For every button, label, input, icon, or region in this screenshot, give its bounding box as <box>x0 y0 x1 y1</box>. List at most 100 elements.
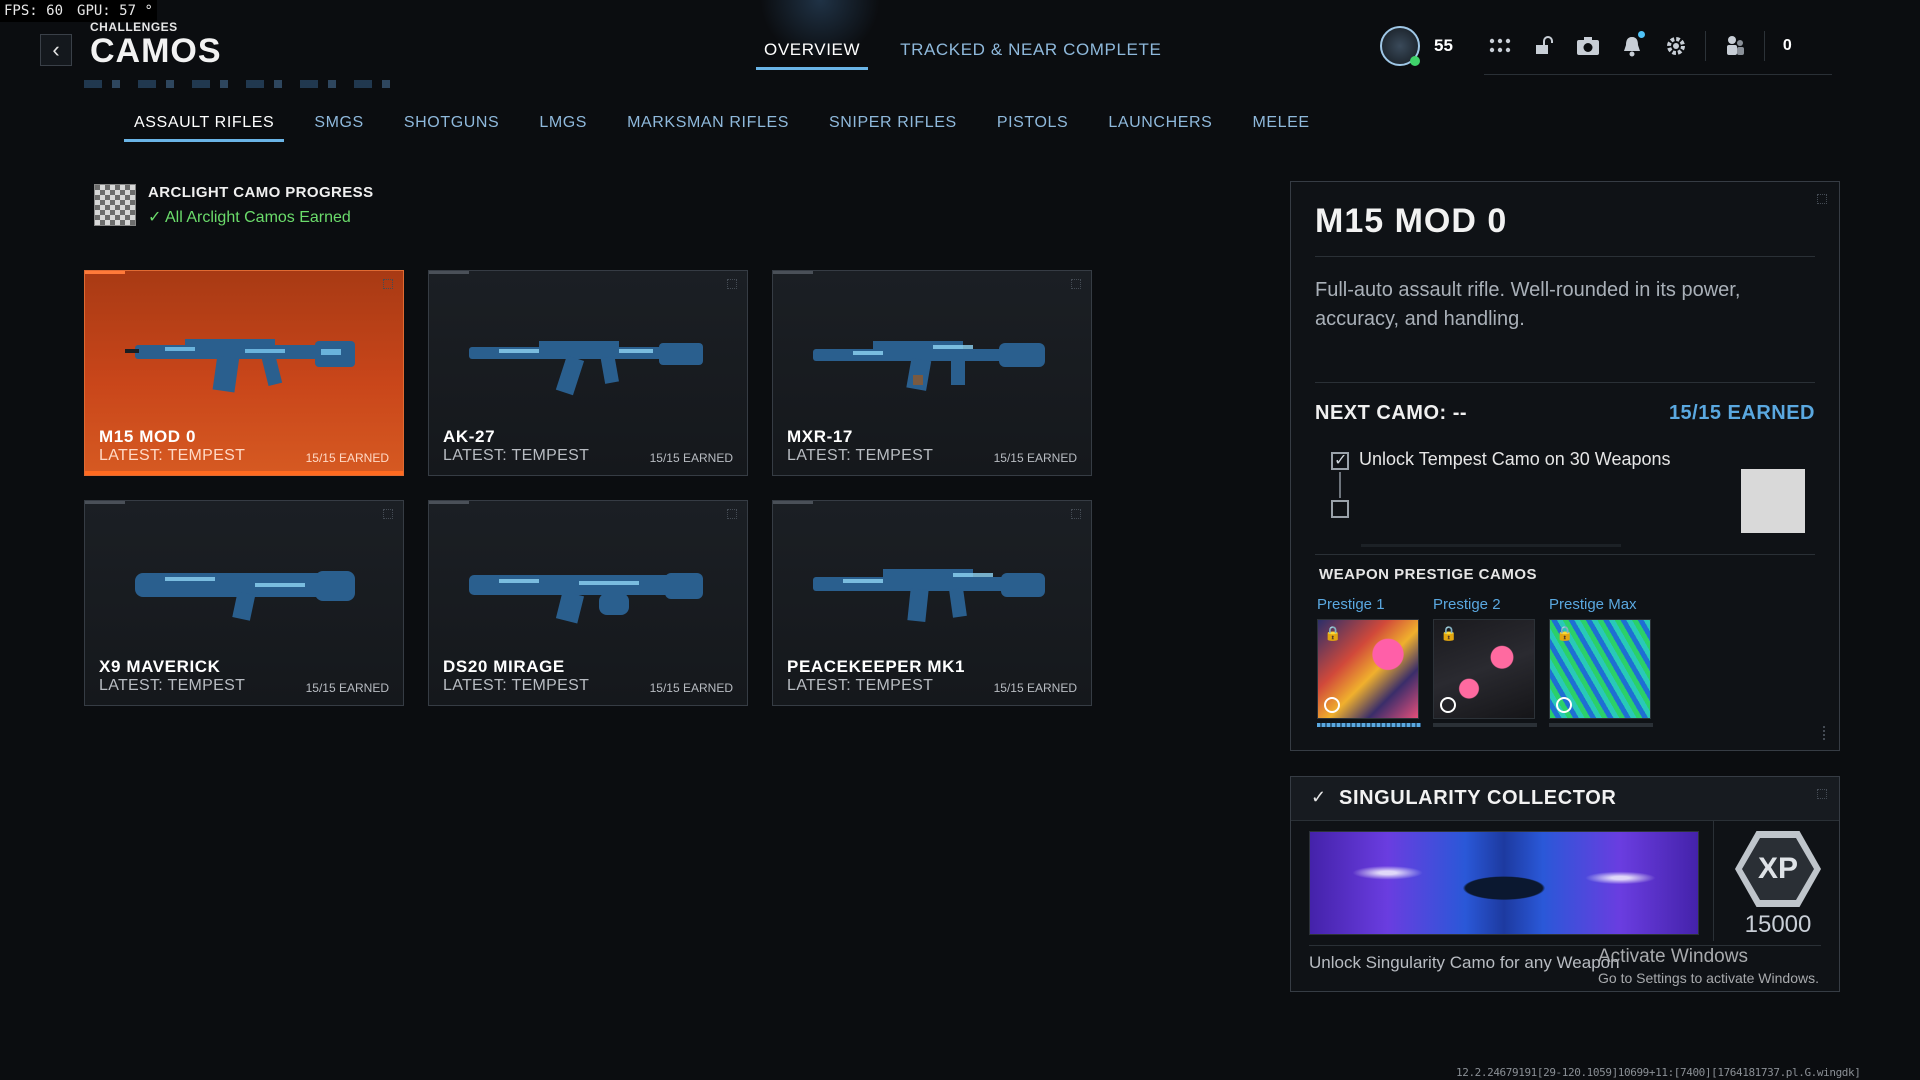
friends-count: 0 <box>1782 37 1792 54</box>
tab-lmgs[interactable]: LMGS <box>539 114 587 142</box>
weapon-card-x9-maverick[interactable]: X9 MAVERICK LATEST: TEMPEST 15/15 EARNED <box>84 500 404 706</box>
tab-shotguns[interactable]: SHOTGUNS <box>404 114 499 142</box>
prestige-badge-icon <box>1324 697 1340 713</box>
panel-corner <box>1817 194 1827 204</box>
check-icon: ✓ <box>1311 787 1327 807</box>
challenge-connector <box>1339 472 1341 498</box>
prestige-camo-image: 🔒 <box>1317 619 1419 719</box>
weapon-card-ak-27[interactable]: AK-27 LATEST: TEMPEST 15/15 EARNED <box>428 270 748 476</box>
xp-label: XP <box>1757 852 1799 885</box>
challenge-checkbox-completed[interactable] <box>1331 450 1349 470</box>
rifle-image <box>813 569 1045 622</box>
tab-marksman-rifles[interactable]: MARKSMAN RIFLES <box>627 114 789 142</box>
weapon-latest-camo: LATEST: TEMPEST <box>99 447 246 464</box>
header-divider-2 <box>1763 31 1765 61</box>
gpu-readout: GPU: 57 ° <box>77 3 153 19</box>
weapon-card-ds20-mirage[interactable]: DS20 MIRAGE LATEST: TEMPEST 15/15 EARNED <box>428 500 748 706</box>
header-divider <box>1704 31 1706 61</box>
player-avatar[interactable] <box>1380 26 1420 66</box>
watermark-line-1: Activate Windows <box>1598 946 1748 967</box>
chevron-left-icon: ‹ <box>52 37 60 62</box>
collector-header: ✓ SINGULARITY COLLECTOR <box>1291 777 1839 821</box>
weapon-latest-camo: LATEST: TEMPEST <box>443 677 590 694</box>
tab-melee[interactable]: MELEE <box>1252 114 1309 142</box>
challenge-checkbox-empty[interactable] <box>1331 500 1349 518</box>
bell-icon[interactable] <box>1617 31 1647 61</box>
card-corner <box>727 509 737 519</box>
card-corner <box>727 279 737 289</box>
xp-divider <box>1713 821 1714 941</box>
camera-icon[interactable] <box>1573 31 1603 61</box>
unlock-icon[interactable] <box>1529 31 1559 61</box>
rifle-image <box>813 341 1045 391</box>
prestige-heading: WEAPON PRESTIGE CAMOS <box>1319 566 1538 583</box>
xp-amount: 15000 <box>1744 911 1812 938</box>
player-level: 55 <box>1434 36 1453 55</box>
prestige-camo-image: 🔒 <box>1433 619 1535 719</box>
arclight-status-text: All Arclight Camos Earned <box>164 209 351 226</box>
detail-separator <box>1315 382 1815 383</box>
weapon-latest-camo: LATEST: TEMPEST <box>443 447 590 464</box>
gear-icon[interactable] <box>1661 31 1691 61</box>
xp-badge-icon: XP <box>1735 831 1821 907</box>
weapon-earned-count: 15/15 EARNED <box>649 681 733 695</box>
check-icon: ✓ <box>148 209 162 226</box>
activate-windows-watermark: Activate Windows Go to Settings to activ… <box>1598 946 1819 986</box>
next-camo-label: NEXT CAMO: -- <box>1315 402 1468 424</box>
prestige-label: Prestige 1 <box>1317 596 1385 613</box>
category-tabs: ASSAULT RIFLES SMGS SHOTGUNS LMGS MARKSM… <box>123 114 1310 142</box>
weapon-card-mxr-17[interactable]: MXR-17 LATEST: TEMPEST 15/15 EARNED <box>772 270 1092 476</box>
tab-sniper-rifles[interactable]: SNIPER RIFLES <box>829 114 957 142</box>
weapon-latest-camo: LATEST: TEMPEST <box>99 677 246 694</box>
prestige-camo-max[interactable]: Prestige Max 🔒 <box>1549 596 1653 727</box>
weapon-grid: M15 MOD 0 LATEST: TEMPEST 15/15 EARNED A… <box>84 270 1092 706</box>
prestige-camos: Prestige 1 🔒 Prestige 2 🔒 Prestige Max 🔒 <box>1317 596 1653 727</box>
weapon-latest-camo: LATEST: TEMPEST <box>787 677 934 694</box>
card-corner <box>383 509 393 519</box>
detail-earned-count: 15/15 EARNED <box>1668 402 1815 424</box>
prestige-camo-2[interactable]: Prestige 2 🔒 <box>1433 596 1537 727</box>
tab-overview[interactable]: OVERVIEW <box>755 40 869 70</box>
tab-tracked[interactable]: TRACKED & NEAR COMPLETE <box>900 40 1161 70</box>
detail-title: M15 MOD 0 <box>1315 202 1508 240</box>
prestige-label: Prestige 2 <box>1433 596 1501 613</box>
header-underline <box>1484 74 1832 75</box>
collector-reward-image <box>1309 831 1699 935</box>
tab-launchers[interactable]: LAUNCHERS <box>1108 114 1212 142</box>
tab-pistols[interactable]: PISTOLS <box>997 114 1069 142</box>
rifle-image <box>469 341 703 396</box>
panel-corner <box>1817 789 1827 799</box>
camo-preview-swatch[interactable] <box>1741 469 1805 533</box>
weapon-earned-count: 15/15 EARNED <box>305 681 389 695</box>
build-id: 12.2.24679191[29-120.1059]10699+11:[7400… <box>1456 1066 1861 1080</box>
notification-dot <box>1637 31 1645 38</box>
debug-overlay: FPS: 60 GPU: 57 ° <box>0 0 157 22</box>
page-title: CAMOS <box>90 32 222 70</box>
prestige-badge-icon <box>1556 697 1572 713</box>
weapon-card-m15-mod-0[interactable]: M15 MOD 0 LATEST: TEMPEST 15/15 EARNED <box>84 270 404 476</box>
weapon-card-peacekeeper-mk1[interactable]: PEACEKEEPER MK1 LATEST: TEMPEST 15/15 EA… <box>772 500 1092 706</box>
detail-divider <box>1315 256 1815 257</box>
friends-icon[interactable] <box>1720 31 1750 61</box>
prestige-label: Prestige Max <box>1549 596 1637 613</box>
prestige-camo-1[interactable]: Prestige 1 🔒 <box>1317 596 1421 727</box>
prestige-progress-bar <box>1549 723 1653 727</box>
weapon-earned-count: 15/15 EARNED <box>993 681 1077 695</box>
weapon-latest-camo: LATEST: TEMPEST <box>787 447 934 464</box>
tab-assault-rifles[interactable]: ASSAULT RIFLES <box>123 114 285 142</box>
weapon-name: PEACEKEEPER MK1 <box>787 657 966 676</box>
player-area: 55 0 <box>1380 26 1792 66</box>
collector-description: Unlock Singularity Camo for any Weapon <box>1309 953 1620 972</box>
title-decoration <box>84 80 394 88</box>
weapon-name: AK-27 <box>443 427 496 446</box>
weapon-earned-count: 15/15 EARNED <box>305 451 389 465</box>
apps-grid-icon[interactable] <box>1485 31 1515 61</box>
rifle-image <box>469 573 703 624</box>
card-corner <box>383 279 393 289</box>
detail-description: Full-auto assault rifle. Well-rounded in… <box>1315 279 1741 330</box>
tab-smgs[interactable]: SMGS <box>314 114 364 142</box>
lock-icon: 🔒 <box>1556 625 1574 641</box>
lock-icon: 🔒 <box>1440 625 1458 641</box>
back-button[interactable]: ‹ <box>40 34 72 66</box>
prestige-progress-bar <box>1433 723 1537 727</box>
